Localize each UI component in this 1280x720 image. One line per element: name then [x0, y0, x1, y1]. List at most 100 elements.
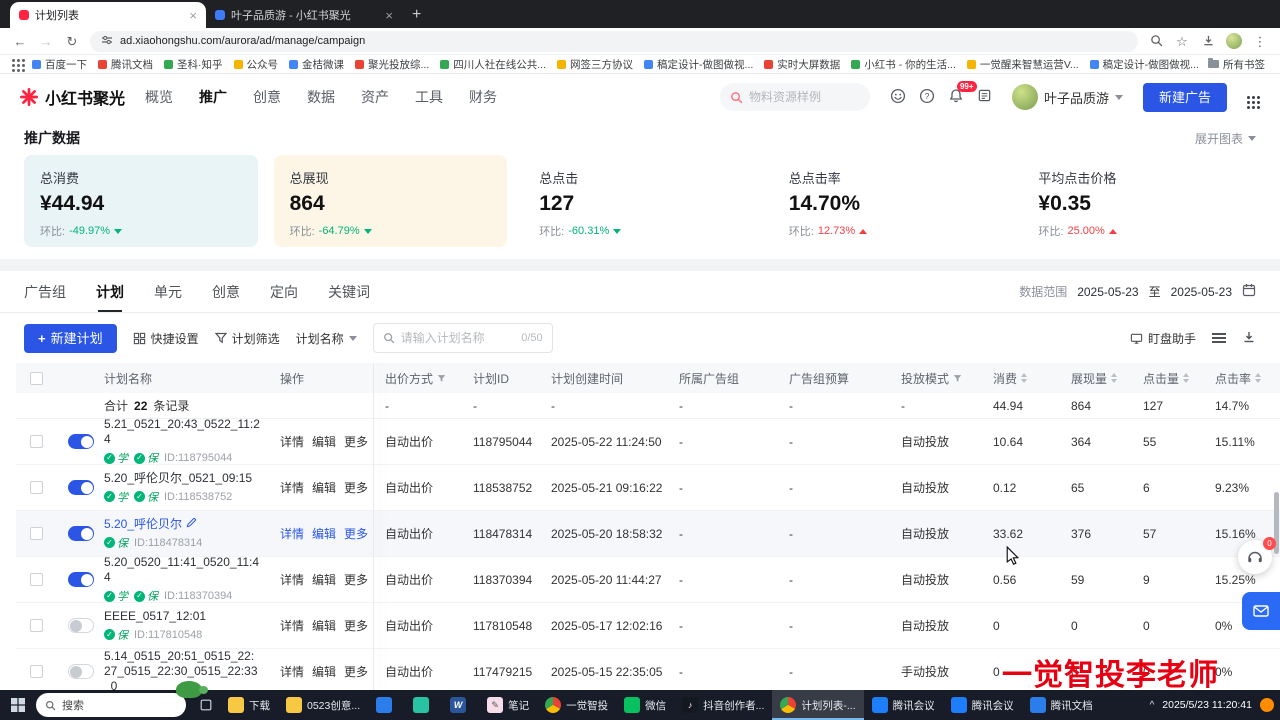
plan-name[interactable]: 5.20_呼伦贝尔: [104, 517, 202, 532]
row-checkbox[interactable]: [30, 665, 43, 678]
action-detail[interactable]: 详情: [280, 617, 304, 634]
help-icon[interactable]: ?: [919, 88, 935, 107]
action-more[interactable]: 更多: [344, 479, 368, 496]
emoji-icon[interactable]: [890, 88, 906, 107]
taskbar-app[interactable]: 0523创意...: [278, 690, 368, 720]
bookmark[interactable]: 网签三方协议: [552, 57, 638, 72]
address-bar[interactable]: ad.xiaohongshu.com/aurora/ad/manage/camp…: [90, 31, 1138, 52]
profile-avatar[interactable]: [1226, 33, 1242, 49]
taskbar-app[interactable]: 腾讯会议: [943, 690, 1022, 720]
taskbar-app[interactable]: 腾讯会议: [864, 690, 943, 720]
back-icon[interactable]: ←: [12, 35, 28, 48]
plan-filter-button[interactable]: 计划筛选: [215, 330, 280, 347]
action-edit[interactable]: 编辑: [312, 663, 336, 680]
entity-tab[interactable]: 单元: [154, 271, 182, 312]
bookmark[interactable]: 聚光投放综...: [350, 57, 434, 72]
nav-item[interactable]: 推广: [199, 87, 227, 107]
action-detail[interactable]: 详情: [280, 525, 304, 542]
stat-card-total-cost[interactable]: 总消费 ¥44.94 环比:-49.97%: [24, 155, 258, 247]
user-menu[interactable]: 叶子品质游: [1012, 84, 1123, 110]
sort-icon[interactable]: [1111, 373, 1117, 383]
taskbar-app[interactable]: [368, 690, 405, 720]
sort-icon[interactable]: [1255, 373, 1261, 383]
entity-tab[interactable]: 计划: [96, 271, 124, 312]
refresh-icon[interactable]: ↻: [64, 35, 80, 48]
tray-expand-icon[interactable]: ^: [1150, 700, 1155, 711]
notification-bell-icon[interactable]: 99+: [948, 88, 964, 107]
downloads-icon[interactable]: [1200, 34, 1216, 49]
apps-grid-icon[interactable]: [12, 59, 15, 62]
nav-item[interactable]: 工具: [415, 87, 443, 107]
action-edit[interactable]: 编辑: [312, 479, 336, 496]
material-search-box[interactable]: [720, 83, 870, 111]
action-more[interactable]: 更多: [344, 525, 368, 542]
filter-icon[interactable]: [953, 374, 962, 383]
taskbar-app[interactable]: 腾讯文档: [1022, 690, 1101, 720]
bookmark-star-icon[interactable]: ☆: [1174, 35, 1190, 48]
download-icon[interactable]: [1242, 330, 1256, 347]
sort-icon[interactable]: [1183, 373, 1189, 383]
entity-tab[interactable]: 定向: [270, 271, 298, 312]
taskbar-app[interactable]: 一觉智投: [537, 690, 616, 720]
notification-center-badge[interactable]: [1260, 698, 1274, 712]
row-checkbox[interactable]: [30, 573, 43, 586]
plan-name[interactable]: 5.21_0521_20:43_0522_11:24: [104, 417, 260, 447]
stat-card-avg-cpc[interactable]: 平均点击价格 ¥0.35 环比:25.00%: [1022, 155, 1256, 247]
entity-tab[interactable]: 创意: [212, 271, 240, 312]
new-tab-button[interactable]: +: [412, 6, 421, 24]
taskbar-search[interactable]: 搜索: [36, 693, 186, 717]
browser-menu-icon[interactable]: ⋮: [1252, 35, 1268, 48]
plan-search-input[interactable]: [401, 331, 516, 345]
action-more[interactable]: 更多: [344, 433, 368, 450]
app-logo[interactable]: 小红书聚光: [20, 85, 125, 109]
row-checkbox[interactable]: [30, 619, 43, 632]
taskbar-app[interactable]: 下载: [220, 690, 278, 720]
row-checkbox[interactable]: [30, 527, 43, 540]
plan-toggle[interactable]: [68, 526, 94, 541]
report-icon[interactable]: [977, 88, 992, 106]
all-bookmarks[interactable]: 所有书签: [1203, 57, 1270, 72]
stat-card-ctr[interactable]: 总点击率 14.70% 环比:12.73%: [773, 155, 1007, 247]
taskbar-app[interactable]: [405, 690, 442, 720]
nav-item[interactable]: 数据: [307, 87, 335, 107]
bookmark[interactable]: 圣科·知乎: [159, 57, 228, 72]
edit-name-icon[interactable]: [186, 517, 197, 532]
filter-icon[interactable]: [437, 374, 446, 383]
quick-settings-button[interactable]: 快捷设置: [133, 330, 199, 347]
site-settings-icon[interactable]: [101, 34, 113, 49]
plan-toggle[interactable]: [68, 434, 94, 449]
bookmark[interactable]: 百度一下: [27, 57, 92, 72]
row-checkbox[interactable]: [30, 435, 43, 448]
plan-name[interactable]: 5.20_0520_11:41_0520_11:44: [104, 555, 260, 585]
clock[interactable]: 2025/5/23 11:20:41: [1162, 699, 1252, 711]
bookmark[interactable]: 公众号: [229, 57, 284, 72]
nav-item[interactable]: 概览: [145, 87, 173, 107]
nav-item[interactable]: 财务: [469, 87, 497, 107]
plan-name[interactable]: EEEE_0517_12:01: [104, 609, 206, 624]
row-checkbox[interactable]: [30, 481, 43, 494]
new-plan-button[interactable]: + 新建计划: [24, 324, 117, 353]
stat-card-impressions[interactable]: 总展现 864 环比:-64.79%: [274, 155, 508, 247]
search-field-select[interactable]: 计划名称: [296, 330, 357, 347]
browser-tab-2[interactable]: 叶子品质游 - 小红书聚光 ×: [206, 2, 402, 28]
select-all-checkbox[interactable]: [30, 372, 43, 385]
plan-toggle[interactable]: [68, 572, 94, 587]
app-grid-icon[interactable]: [1247, 96, 1250, 99]
bookmark[interactable]: 稿定设计-做图做视...: [639, 57, 758, 72]
calendar-icon[interactable]: [1242, 283, 1256, 300]
action-more[interactable]: 更多: [344, 571, 368, 588]
action-detail[interactable]: 详情: [280, 479, 304, 496]
nav-item[interactable]: 资产: [361, 87, 389, 107]
taskbar-app[interactable]: 微信: [616, 690, 674, 720]
taskbar-app[interactable]: W: [442, 690, 479, 720]
tab-close-icon[interactable]: ×: [189, 9, 197, 22]
date-from[interactable]: 2025-05-23: [1077, 285, 1138, 299]
bookmark[interactable]: 金桔微课: [284, 57, 349, 72]
message-button[interactable]: [1242, 592, 1280, 630]
browser-tab-current[interactable]: 计划列表 ×: [10, 2, 206, 28]
plan-toggle[interactable]: [68, 618, 94, 633]
plan-search-box[interactable]: 0/50: [373, 323, 553, 353]
bookmark[interactable]: 四川人社在线公共...: [435, 57, 551, 72]
bookmark[interactable]: 一觉醒来智慧运营V...: [962, 57, 1084, 72]
bookmark[interactable]: 小红书 - 你的生活...: [846, 57, 961, 72]
